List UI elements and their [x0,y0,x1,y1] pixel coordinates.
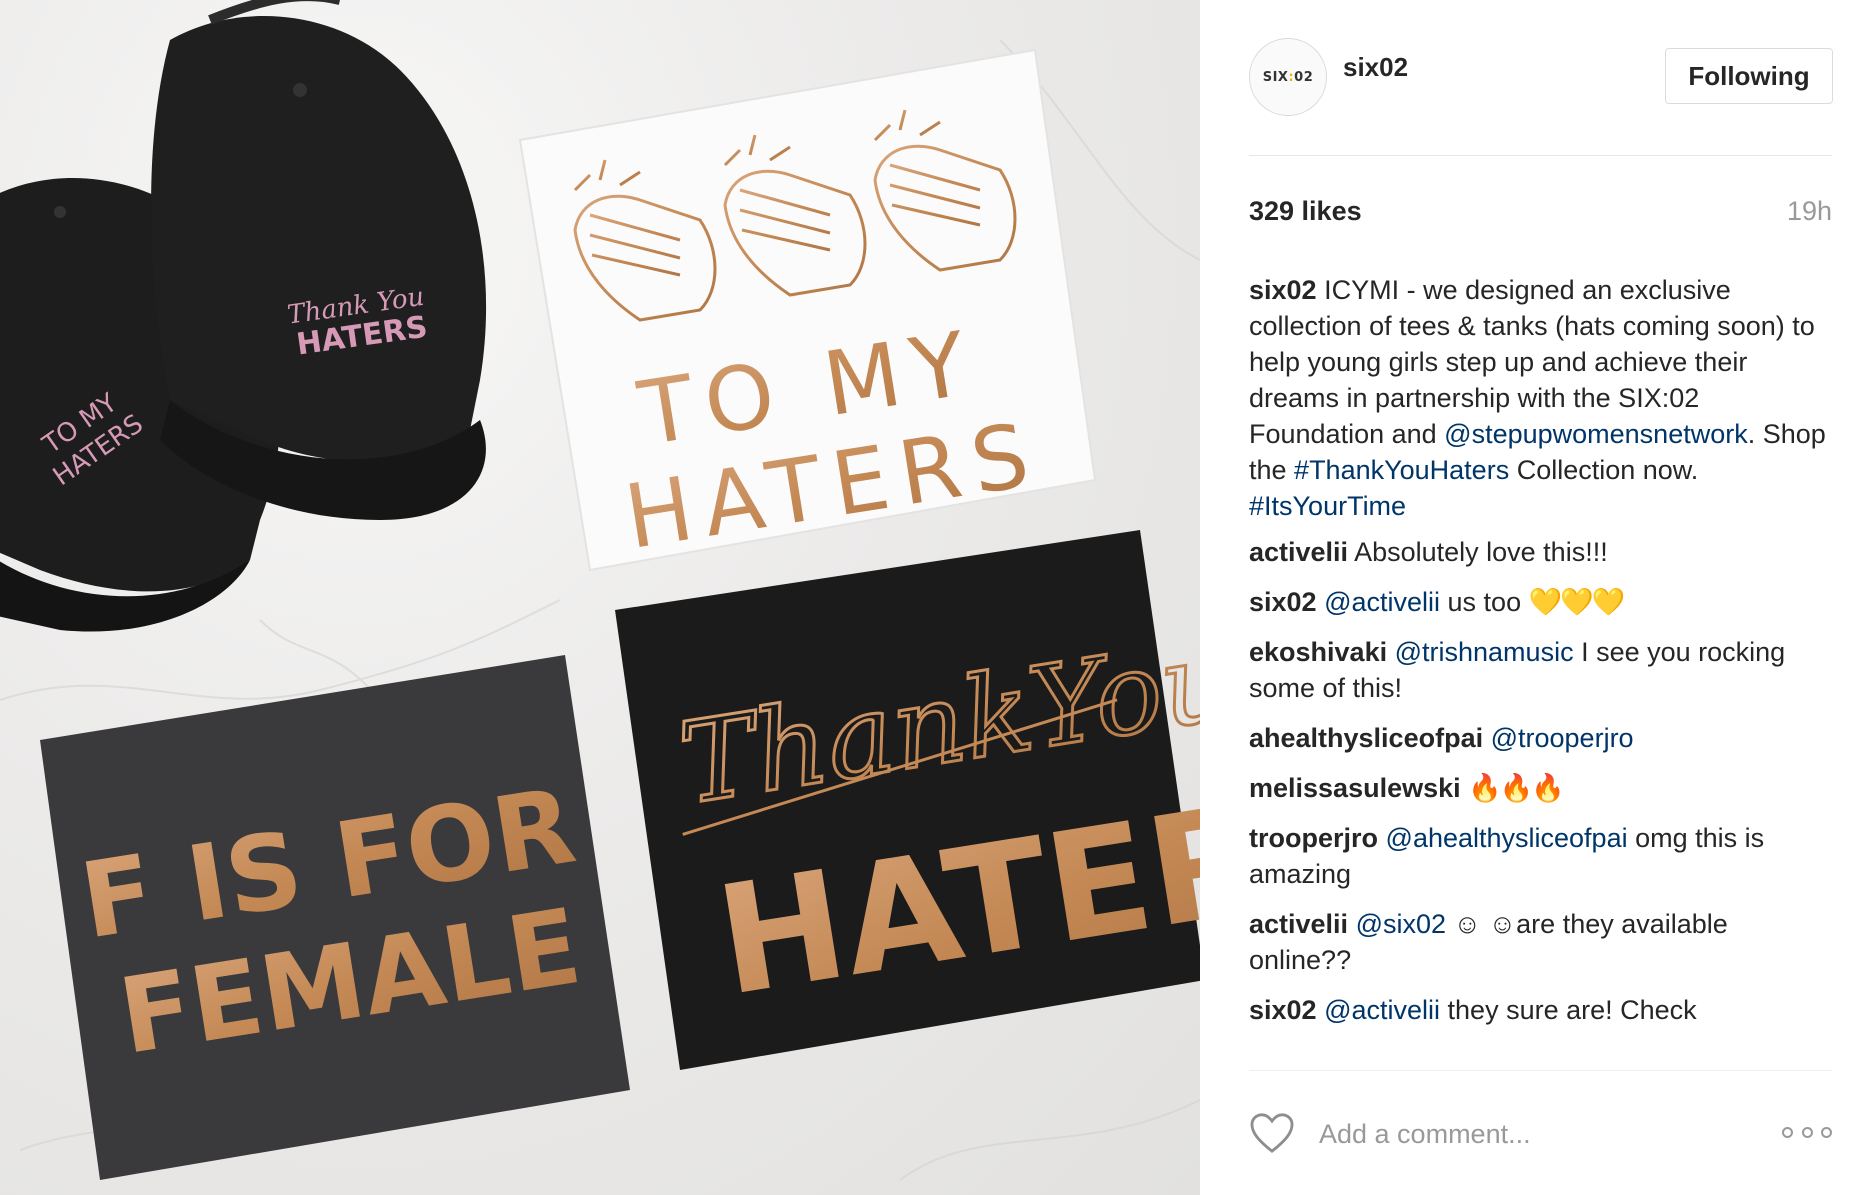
post-caption: six02 ICYMI - we designed an exclusive c… [1249,272,1832,524]
comment-username[interactable]: six02 [1249,587,1317,617]
mention-link[interactable]: @trooperjro [1491,723,1634,753]
cap-right: Thank You HATERS [151,0,487,520]
comment-text: they sure are! Check [1440,995,1697,1025]
comment-text: Absolutely love this!!! [1348,537,1608,567]
mention-link[interactable]: @trishnamusic [1395,637,1574,667]
grey-tee: F IS FOR FEMALE [40,655,630,1180]
likes-count[interactable]: 329 likes [1249,196,1362,227]
black-tee: ThankYou HATERS [615,530,1200,1070]
mention-link[interactable]: @activelii [1324,995,1440,1025]
comment-text [1317,995,1325,1025]
post-timestamp[interactable]: 19h [1787,196,1832,227]
hashtag-link[interactable]: #ItsYourTime [1249,491,1406,521]
comment-item: ekoshivaki @trishnamusic I see you rocki… [1249,634,1832,706]
add-comment-input[interactable] [1319,1114,1749,1154]
comment-username[interactable]: ahealthysliceofpai [1249,723,1483,753]
comment-text [1348,909,1356,939]
post-header: SIX:02 six02 Following [1249,32,1833,156]
profile-username[interactable]: six02 [1343,52,1408,83]
mention-link[interactable]: @activelii [1324,587,1440,617]
comment-text [1483,723,1491,753]
avatar[interactable]: SIX:02 [1249,38,1327,116]
divider [1249,1070,1832,1071]
fire-emoji: 🔥🔥🔥 [1468,773,1565,803]
comment-text: Collection now. [1509,455,1699,485]
hashtag-link[interactable]: #ThankYouHaters [1294,455,1509,485]
post-photo[interactable]: TO MY HATERS Thank You HATERS TO MY HATE… [0,0,1200,1195]
comment-text [1317,587,1325,617]
product-flatlay-illustration: TO MY HATERS Thank You HATERS TO MY HATE… [0,0,1200,1181]
comment-username[interactable]: six02 [1249,275,1317,305]
white-tee: TO MY HATERS [518,48,1097,572]
dot-icon [1801,1126,1813,1138]
dot-icon [1821,1126,1832,1138]
mention-link[interactable]: @ahealthysliceofpai [1386,823,1628,853]
mention-link[interactable]: @six02 [1356,909,1446,939]
following-button[interactable]: Following [1665,48,1833,104]
comment-username[interactable]: six02 [1249,995,1317,1025]
comment-bar [1249,1108,1832,1168]
comment-item: activelii @six02 ☺ ☺are they available o… [1249,906,1832,978]
comment-text [1387,637,1395,667]
comment-username[interactable]: trooperjro [1249,823,1378,853]
heart-outline-icon[interactable] [1249,1112,1295,1154]
dot-icon [1782,1126,1793,1138]
comment-username[interactable]: activelii [1249,909,1348,939]
comment-username[interactable]: melissasulewski [1249,773,1461,803]
mention-link[interactable]: @stepupwomensnetwork [1444,419,1748,449]
comment-item: trooperjro @ahealthysliceofpai omg this … [1249,820,1832,892]
more-options-icon[interactable] [1782,1120,1832,1144]
heart-emoji: 💛💛💛 [1528,587,1626,617]
comment-text: us too [1440,587,1529,617]
comment-text [1378,823,1386,853]
comments-list[interactable]: six02 ICYMI - we designed an exclusive c… [1249,272,1832,1070]
post-stats: 329 likes 19h [1249,196,1832,236]
comment-item: ahealthysliceofpai @trooperjro [1249,720,1832,756]
avatar-logo: SIX:02 [1262,69,1314,85]
post-details-panel: SIX:02 six02 Following 329 likes 19h six… [1200,0,1868,1195]
comment-item: activelii Absolutely love this!!! [1249,534,1832,570]
comment-username[interactable]: activelii [1249,537,1348,567]
comment-item: six02 @activelii us too 💛💛💛 [1249,584,1832,620]
comment-username[interactable]: ekoshivaki [1249,637,1387,667]
comment-item: six02 @activelii they sure are! Check [1249,992,1832,1028]
comment-item: melissasulewski 🔥🔥🔥 [1249,770,1832,806]
